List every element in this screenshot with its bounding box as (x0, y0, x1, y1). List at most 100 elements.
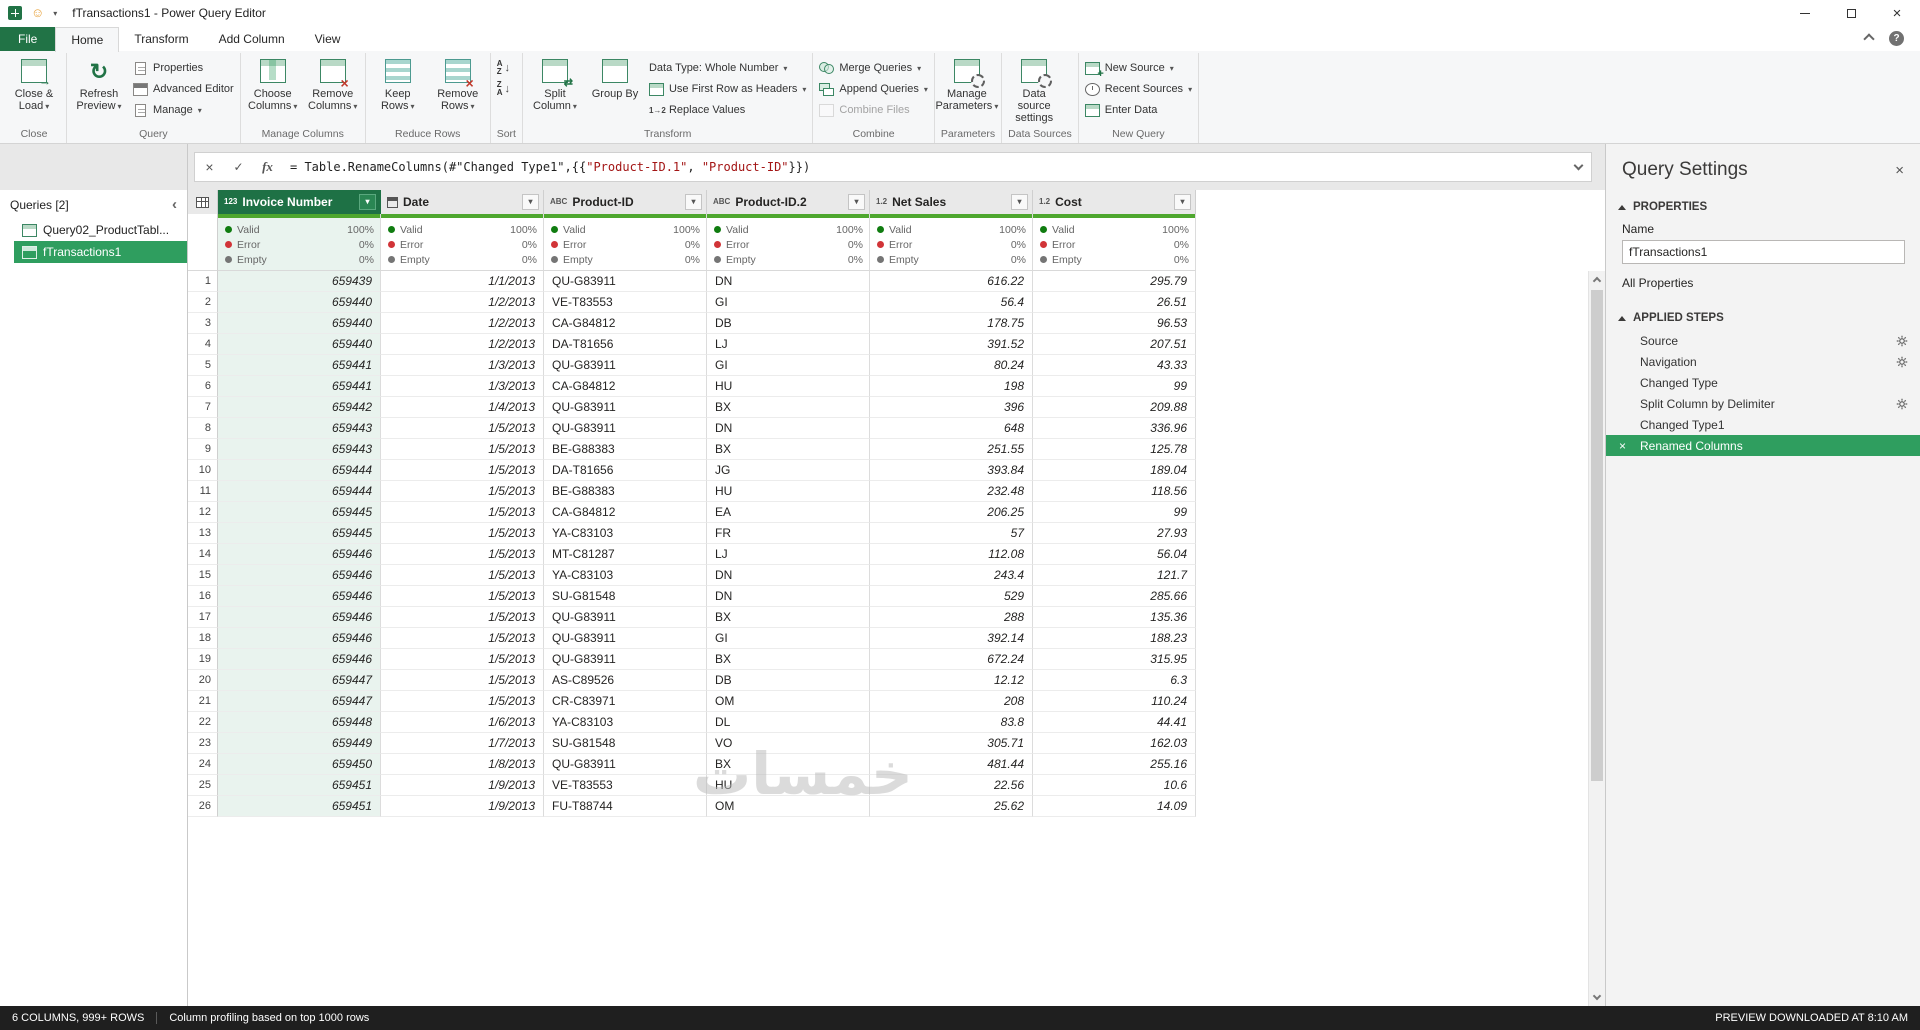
row-number[interactable]: 19 (188, 649, 218, 670)
cell[interactable]: 659446 (218, 628, 381, 649)
cell[interactable]: DA-T81656 (544, 460, 707, 481)
cell[interactable]: 648 (870, 418, 1033, 439)
row-number[interactable]: 9 (188, 439, 218, 460)
select-all-button[interactable] (188, 190, 218, 214)
cell[interactable]: LJ (707, 544, 870, 565)
cell[interactable]: 1/2/2013 (381, 313, 544, 334)
cell[interactable]: BX (707, 397, 870, 418)
cell[interactable]: FR (707, 523, 870, 544)
use-first-row-as-headers-button[interactable]: Use First Row as Headers ▾ (648, 81, 806, 97)
cell[interactable]: 1/5/2013 (381, 565, 544, 586)
cell[interactable]: 659446 (218, 565, 381, 586)
cell[interactable]: EA (707, 502, 870, 523)
cell[interactable]: 43.33 (1033, 355, 1196, 376)
cell[interactable]: 659449 (218, 733, 381, 754)
cell[interactable]: BX (707, 649, 870, 670)
advanced-editor-button[interactable]: Advanced Editor (133, 81, 234, 97)
cell[interactable]: 56.4 (870, 292, 1033, 313)
cell[interactable]: 118.56 (1033, 481, 1196, 502)
properties-button[interactable]: Properties (133, 60, 234, 76)
cell[interactable]: DN (707, 565, 870, 586)
formula-confirm-icon[interactable]: ✓ (224, 160, 253, 174)
cell[interactable]: BE-G88383 (544, 481, 707, 502)
split-column-button[interactable]: Split Column▾ (526, 54, 584, 127)
close-settings-icon[interactable]: × (1895, 162, 1904, 179)
row-number[interactable]: 14 (188, 544, 218, 565)
cell[interactable]: 1/2/2013 (381, 334, 544, 355)
cell[interactable]: DN (707, 271, 870, 292)
cell[interactable]: 99 (1033, 376, 1196, 397)
cell[interactable]: 659445 (218, 502, 381, 523)
cell[interactable]: GI (707, 628, 870, 649)
query-item-query02-producttabl[interactable]: Query02_ProductTabl... (14, 219, 187, 241)
cell[interactable]: 1/5/2013 (381, 628, 544, 649)
cell[interactable]: BE-G88383 (544, 439, 707, 460)
applied-step-renamed-columns[interactable]: × Renamed Columns (1606, 435, 1920, 456)
cell[interactable]: 206.25 (870, 502, 1033, 523)
filter-dropdown-icon[interactable]: ▾ (848, 194, 865, 210)
cell[interactable]: GI (707, 292, 870, 313)
applied-steps-section-header[interactable]: APPLIED STEPS (1606, 302, 1920, 330)
tab-file[interactable]: File (0, 27, 56, 51)
data-type-whole-number-button[interactable]: Data Type: Whole Number ▾ (649, 60, 806, 76)
cell[interactable]: 1/3/2013 (381, 355, 544, 376)
cell[interactable]: QU-G83911 (544, 607, 707, 628)
filter-dropdown-icon[interactable]: ▾ (1174, 194, 1191, 210)
cell[interactable]: CA-G84812 (544, 313, 707, 334)
cell[interactable]: 96.53 (1033, 313, 1196, 334)
vertical-scrollbar[interactable] (1588, 271, 1605, 1006)
cell[interactable]: YA-C83103 (544, 523, 707, 544)
cell[interactable]: 251.55 (870, 439, 1033, 460)
row-number[interactable]: 21 (188, 691, 218, 712)
cell[interactable]: 659443 (218, 439, 381, 460)
cell[interactable]: 1/1/2013 (381, 271, 544, 292)
cell[interactable]: 288 (870, 607, 1033, 628)
scrollbar-thumb[interactable] (1591, 290, 1603, 781)
row-number[interactable]: 2 (188, 292, 218, 313)
remove-columns-button[interactable]: Remove Columns▾ (304, 54, 362, 127)
filter-dropdown-icon[interactable]: ▾ (1011, 194, 1028, 210)
cell[interactable]: 1/5/2013 (381, 502, 544, 523)
cell[interactable]: 659447 (218, 670, 381, 691)
cell[interactable]: 1/7/2013 (381, 733, 544, 754)
tab-transform[interactable]: Transform (119, 27, 203, 51)
cell[interactable]: HU (707, 376, 870, 397)
cell[interactable]: 1/5/2013 (381, 460, 544, 481)
feedback-smiley-icon[interactable]: ☺ (31, 6, 44, 20)
close-load-button[interactable]: Close & Load▾ (5, 54, 63, 127)
cell[interactable]: 121.7 (1033, 565, 1196, 586)
row-number[interactable]: 12 (188, 502, 218, 523)
quick-access-caret-icon[interactable]: ▾ (53, 9, 57, 18)
group-by-button[interactable]: Group By (586, 54, 644, 127)
cell[interactable]: 659443 (218, 418, 381, 439)
cell[interactable]: 616.22 (870, 271, 1033, 292)
cell[interactable]: 255.16 (1033, 754, 1196, 775)
step-settings-gear-icon[interactable] (1896, 335, 1908, 347)
cell[interactable]: 659447 (218, 691, 381, 712)
cell[interactable]: 659450 (218, 754, 381, 775)
column-header-net-sales[interactable]: 1.2 Net Sales ▾ (870, 190, 1033, 214)
cell[interactable]: 393.84 (870, 460, 1033, 481)
cell[interactable]: 659444 (218, 460, 381, 481)
sort-za-button[interactable]: Z A ↓ (497, 81, 510, 97)
cell[interactable]: 659444 (218, 481, 381, 502)
cell[interactable]: 188.23 (1033, 628, 1196, 649)
cell[interactable]: 659446 (218, 586, 381, 607)
cell[interactable]: VE-T83553 (544, 292, 707, 313)
row-number[interactable]: 20 (188, 670, 218, 691)
cell[interactable]: 1/4/2013 (381, 397, 544, 418)
cell[interactable]: 207.51 (1033, 334, 1196, 355)
applied-step-changed-type[interactable]: Changed Type (1606, 372, 1920, 393)
cell[interactable]: 1/3/2013 (381, 376, 544, 397)
profiling-status-button[interactable]: Column profiling based on top 1000 rows (169, 1012, 369, 1024)
scrollbar-track[interactable] (1589, 288, 1605, 989)
cell[interactable]: JG (707, 460, 870, 481)
cell[interactable]: 1/5/2013 (381, 649, 544, 670)
cell[interactable]: AS-C89526 (544, 670, 707, 691)
cell[interactable]: QU-G83911 (544, 628, 707, 649)
cell[interactable]: QU-G83911 (544, 418, 707, 439)
row-number[interactable]: 8 (188, 418, 218, 439)
all-properties-link[interactable]: All Properties (1606, 274, 1920, 302)
cell[interactable]: 83.8 (870, 712, 1033, 733)
cell[interactable]: 99 (1033, 502, 1196, 523)
